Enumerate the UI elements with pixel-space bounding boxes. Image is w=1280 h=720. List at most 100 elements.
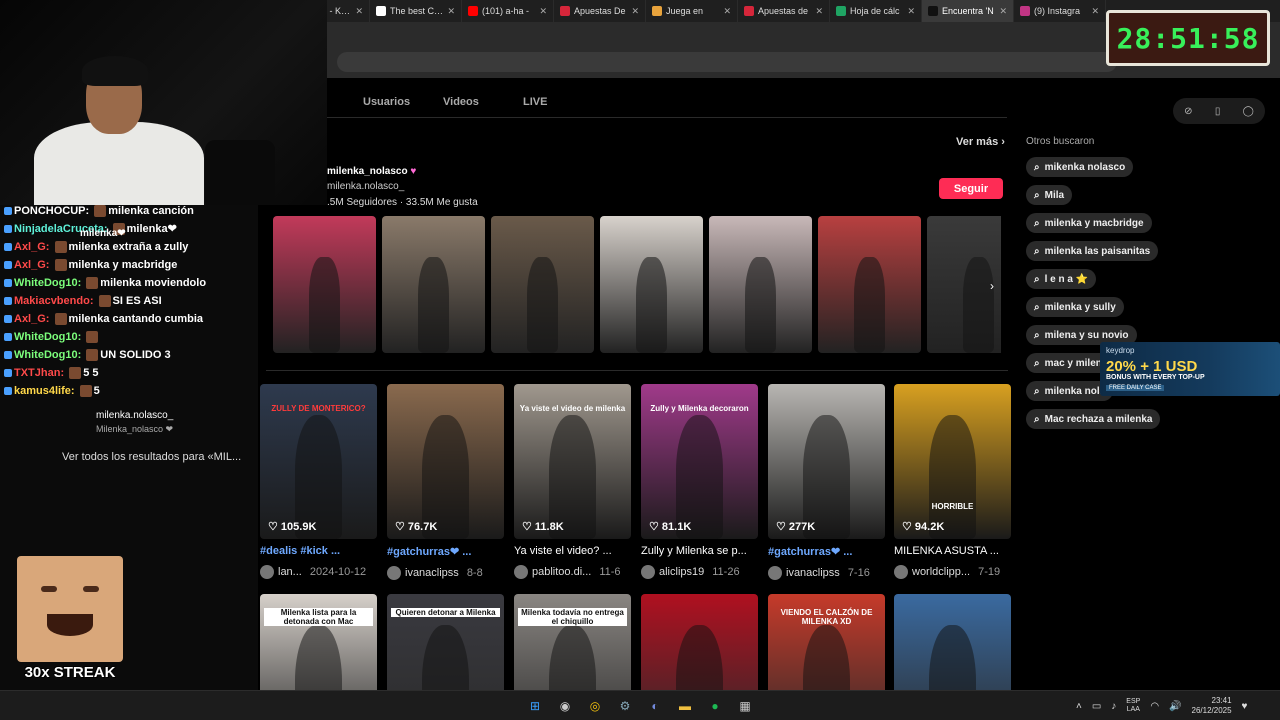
browser-tab[interactable]: Apuestas De ✕ [554,0,646,22]
search-suggestion-top[interactable]: milenka❤ [80,228,126,239]
chat-username[interactable]: WhiteDog10 [14,331,78,343]
avatar[interactable] [260,565,274,579]
volume-icon[interactable]: 🔊 [1169,701,1181,712]
video-caption[interactable]: #gatchurras❤ ... [387,545,504,558]
video-card[interactable]: ZULLY DE MONTERICO? ♡ 105.9K #dealis #kick… [260,384,377,579]
related-search-item[interactable]: ⌕ milenka y macbridge [1026,213,1152,233]
tab-usuarios[interactable]: Usuarios [363,96,443,108]
chat-username[interactable]: Axl_G [14,259,46,271]
close-icon[interactable]: ✕ [723,6,731,17]
browser-tab[interactable]: Hoja de cálc ✕ [830,0,922,22]
spotify-icon[interactable]: ● [704,695,726,717]
related-search-item[interactable]: ⌕ mac y milen [1026,353,1110,373]
video-author[interactable]: lan... [278,566,302,578]
account-video-thumbnail[interactable] [491,216,594,353]
chat-username[interactable]: TXTJhan [14,367,60,379]
account-video-thumbnail[interactable] [273,216,376,353]
video-card[interactable]: ♡ 277K #gatchurras❤ ... ivanaclipss 7-16 [768,384,885,580]
profile-icon[interactable]: ◯ [1243,106,1254,117]
close-icon[interactable]: ✕ [907,6,915,17]
avatar[interactable] [768,566,782,580]
chevron-up-icon[interactable]: ˄ [1076,701,1082,712]
calculator-icon[interactable]: ▦ [734,695,756,717]
chat-username[interactable]: kamus4life [14,385,71,397]
video-card[interactable]: Zully y Milenka decoraron ♡ 81.1K Zully y … [641,384,758,579]
video-caption[interactable]: Ya viste el video? ... [514,545,631,557]
related-search-item[interactable]: ⌕ milenka y sully [1026,297,1124,317]
compass-icon[interactable]: ⊘ [1184,106,1192,117]
chat-username[interactable]: WhiteDog10 [14,349,78,361]
browser-tab[interactable]: (101) a-ha - ✕ [462,0,554,22]
tab-live[interactable]: LIVE [523,96,603,108]
see-all-results[interactable]: Ver todos los resultados para «MIL... [62,451,241,463]
language-indicator[interactable]: ESP LAA [1126,698,1140,714]
steam-icon[interactable]: ⚙ [614,695,636,717]
tab-top[interactable] [327,96,363,108]
network-icon[interactable]: ▭ [1092,701,1101,712]
related-search-item[interactable]: ⌕ Mila [1026,185,1073,205]
ver-mas-link[interactable]: Ver más › [956,136,1005,148]
chat-username[interactable]: Axl_G [14,241,46,253]
related-search-item[interactable]: ⌕ l e n a ⭐ [1026,269,1097,289]
chat-username[interactable]: WhiteDog10 [14,277,78,289]
related-search-item[interactable]: ⌕ Mac rechaza a milenka [1026,409,1161,429]
video-thumbnail[interactable]: ZULLY DE MONTERICO? ♡ 105.9K [260,384,377,539]
video-caption[interactable]: Zully y Milenka se p... [641,545,758,557]
video-thumbnail[interactable]: Ya viste el video de milenka ♡ 11.8K [514,384,631,539]
video-thumbnail[interactable]: HORRIBLE ♡ 94.2K [894,384,1011,539]
related-search-item[interactable]: ⌕ mikenka nolasco [1026,157,1134,177]
browser-tab[interactable]: (9) Instagra ✕ [1014,0,1106,22]
video-caption[interactable]: #dealis #kick ... [260,545,377,557]
notification-icon[interactable]: ♥ [1242,701,1248,712]
wifi-icon[interactable]: ◠ [1150,701,1159,712]
video-thumbnail[interactable]: ♡ 76.7K [387,384,504,539]
video-card[interactable]: Ya viste el video de milenka ♡ 11.8K Ya vi… [514,384,631,579]
browser-tab[interactable]: Encuentra 'N ✕ [922,0,1014,22]
video-card[interactable]: HORRIBLE ♡ 94.2K MILENKA ASUSTA ... worldcl… [894,384,1011,579]
avatar[interactable] [387,566,401,580]
chat-username[interactable]: Makiacvbendo [14,295,90,307]
account-video-thumbnail[interactable] [600,216,703,353]
close-icon[interactable]: ✕ [631,6,639,17]
close-icon[interactable]: ✕ [815,6,823,17]
close-icon[interactable]: ✕ [447,6,455,17]
video-author[interactable]: worldclipp... [912,566,970,578]
chrome-icon[interactable]: ◎ [584,695,606,717]
close-icon[interactable]: ✕ [999,6,1007,17]
chat-username[interactable]: PONCHOCUP [14,205,86,217]
account-video-thumbnail[interactable] [818,216,921,353]
close-icon[interactable]: ✕ [539,6,547,17]
browser-tab[interactable]: Juega en ✕ [646,0,738,22]
windows-start-icon[interactable]: ⊞ [524,695,546,717]
video-card[interactable]: ♡ 76.7K #gatchurras❤ ... ivanaclipss 8-8 [387,384,504,580]
account-result[interactable]: milenka_nolasco ♥ milenka.nolasco_ .5M S… [327,166,478,208]
close-icon[interactable]: ✕ [355,6,363,17]
folder-icon[interactable]: ▬ [674,695,696,717]
video-caption[interactable]: MILENKA ASUSTA ... [894,545,1011,557]
chevron-right-icon[interactable]: › [983,277,1001,295]
browser-tab[interactable]: Apuestas de ✕ [738,0,830,22]
video-author[interactable]: ivanaclipss [405,567,459,579]
url-bar[interactable] [337,52,1117,72]
video-author[interactable]: ivanaclipss [786,567,840,579]
avatar[interactable] [894,565,908,579]
phone-icon[interactable]: ▯ [1215,106,1221,117]
browser-tab[interactable]: The best Cha✕ [370,0,462,22]
video-thumbnail[interactable]: ♡ 277K [768,384,885,539]
account-video-thumbnail[interactable] [709,216,812,353]
avatar[interactable] [514,565,528,579]
tab-videos[interactable]: Videos [443,96,523,108]
clock[interactable]: 23:41 26/12/2025 [1192,696,1232,716]
chat-username[interactable]: Axl_G [14,313,46,325]
follow-button[interactable]: Seguir [939,178,1003,199]
mic-icon[interactable]: ♪ [1111,701,1116,712]
video-author[interactable]: pablitoo.di... [532,566,591,578]
video-thumbnail[interactable]: Zully y Milenka decoraron ♡ 81.1K [641,384,758,539]
video-caption[interactable]: #gatchurras❤ ... [768,545,885,558]
account-video-thumbnail[interactable] [382,216,485,353]
avatar[interactable] [641,565,655,579]
video-author[interactable]: aliclips19 [659,566,704,578]
search-suggestion-user[interactable]: milenka.nolasco_ [96,410,173,421]
related-search-item[interactable]: ⌕ milenka las paisanitas [1026,241,1159,261]
close-icon[interactable]: ✕ [1091,6,1099,17]
